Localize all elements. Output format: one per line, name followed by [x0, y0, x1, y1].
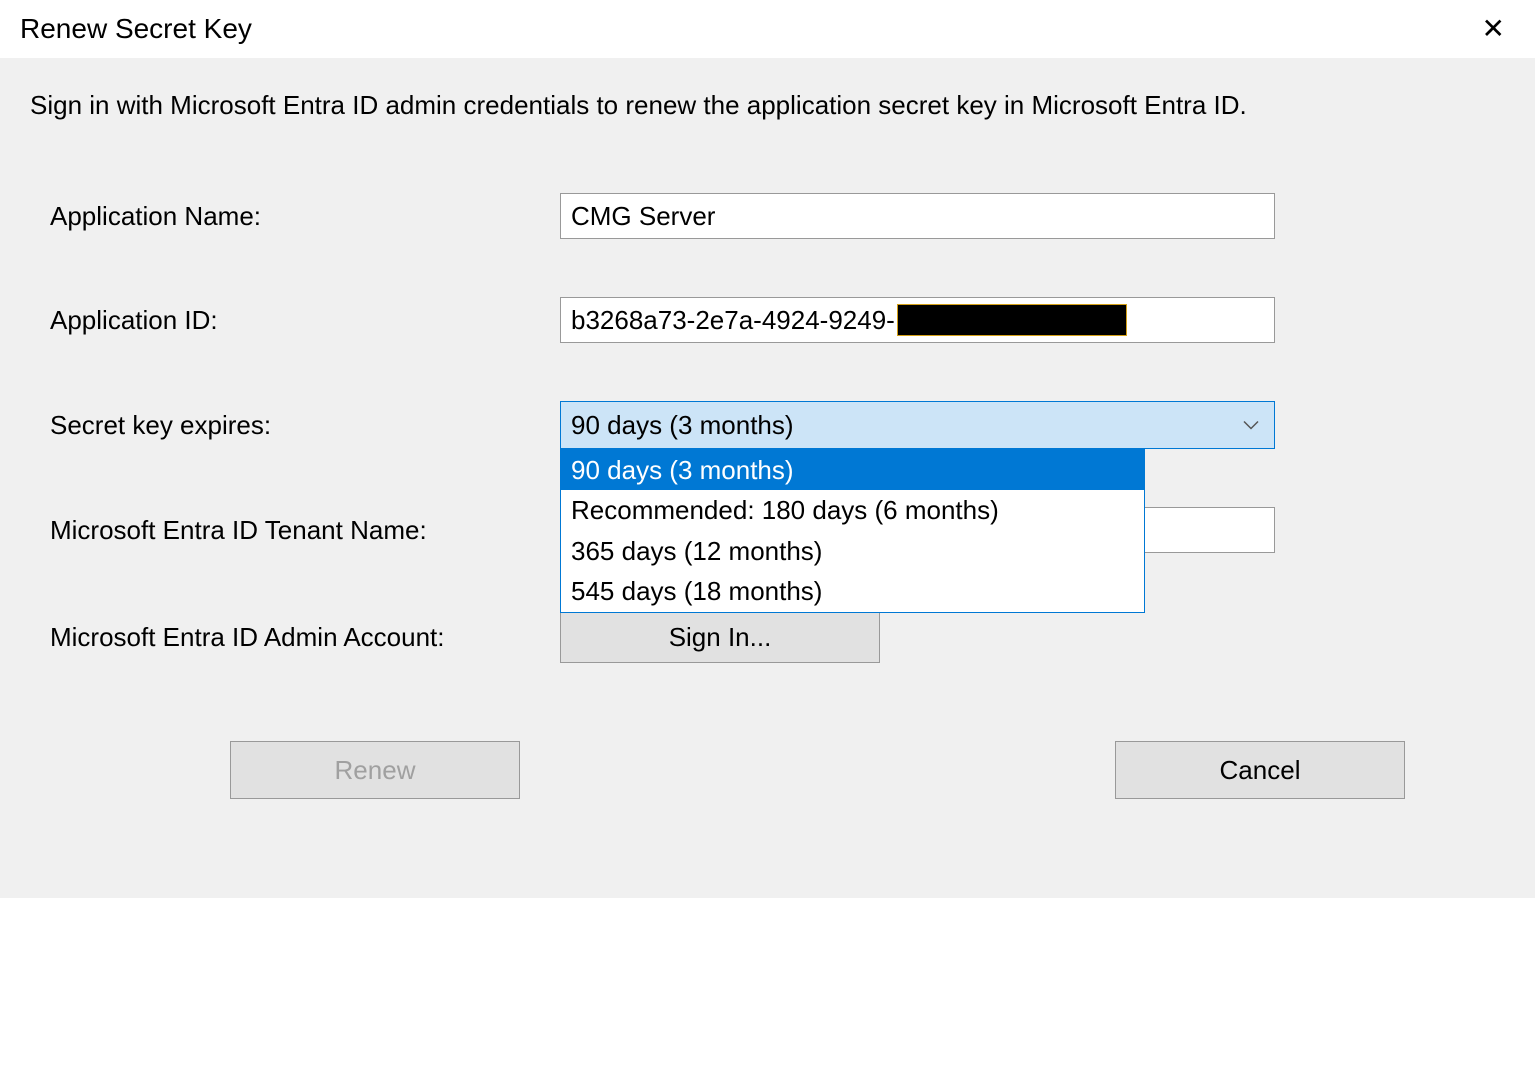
dropdown-selected[interactable]: 90 days (3 months)	[560, 401, 1275, 449]
secret-key-expires-row: Secret key expires: 90 days (3 months) 9…	[30, 401, 1505, 449]
application-name-value: CMG Server	[571, 201, 715, 232]
dropdown-list: 90 days (3 months) Recommended: 180 days…	[560, 449, 1145, 613]
application-id-field: b3268a73-2e7a-4924-9249-	[560, 297, 1275, 343]
admin-account-row: Microsoft Entra ID Admin Account: Sign I…	[30, 611, 1505, 663]
chevron-down-icon	[1243, 415, 1259, 436]
close-icon[interactable]: ✕	[1472, 10, 1515, 48]
tenant-name-label: Microsoft Entra ID Tenant Name:	[50, 515, 560, 546]
renew-button[interactable]: Renew	[230, 741, 520, 799]
dropdown-option-545-days[interactable]: 545 days (18 months)	[561, 571, 1144, 611]
dialog-description: Sign in with Microsoft Entra ID admin cr…	[30, 88, 1505, 123]
dialog-button-row: Renew Cancel	[30, 721, 1505, 799]
dropdown-option-365-days[interactable]: 365 days (12 months)	[561, 531, 1144, 571]
application-id-row: Application ID: b3268a73-2e7a-4924-9249-	[30, 297, 1505, 343]
dropdown-option-180-days[interactable]: Recommended: 180 days (6 months)	[561, 490, 1144, 530]
cancel-button[interactable]: Cancel	[1115, 741, 1405, 799]
application-name-label: Application Name:	[50, 201, 560, 232]
dropdown-selected-text: 90 days (3 months)	[571, 410, 794, 441]
dropdown-option-90-days[interactable]: 90 days (3 months)	[561, 450, 1144, 490]
application-id-value: b3268a73-2e7a-4924-9249-	[571, 305, 895, 336]
application-name-field: CMG Server	[560, 193, 1275, 239]
application-name-row: Application Name: CMG Server	[30, 193, 1505, 239]
admin-account-label: Microsoft Entra ID Admin Account:	[50, 622, 560, 653]
sign-in-button[interactable]: Sign In...	[560, 611, 880, 663]
redacted-block	[897, 304, 1127, 336]
application-id-label: Application ID:	[50, 305, 560, 336]
title-bar: Renew Secret Key ✕	[0, 0, 1535, 58]
secret-key-expires-dropdown[interactable]: 90 days (3 months) 90 days (3 months) Re…	[560, 401, 1275, 449]
secret-key-expires-label: Secret key expires:	[50, 410, 560, 441]
dialog-title: Renew Secret Key	[20, 13, 252, 45]
dialog-body: Sign in with Microsoft Entra ID admin cr…	[0, 58, 1535, 898]
